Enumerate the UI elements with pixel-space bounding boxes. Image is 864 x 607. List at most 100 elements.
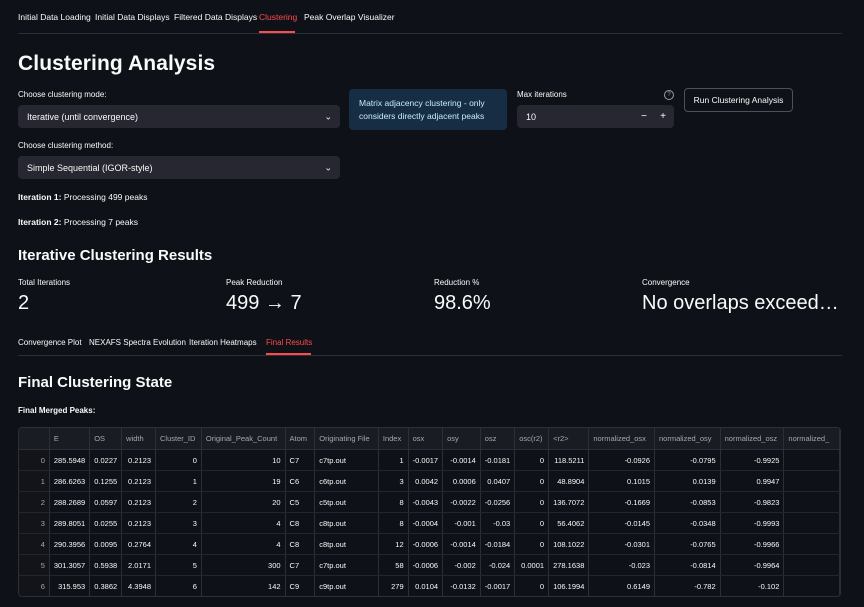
table-cell[interactable]: 0.0139 — [654, 470, 721, 492]
row-index-cell[interactable]: 4 — [19, 533, 50, 555]
table-cell[interactable]: -0.9993 — [720, 512, 785, 534]
table-cell[interactable]: 0.1255 — [89, 470, 123, 492]
column-header[interactable]: Index — [378, 428, 409, 450]
column-header[interactable]: width — [121, 428, 156, 450]
table-cell[interactable]: 0.1015 — [588, 470, 655, 492]
table-cell[interactable]: c8tp.out — [314, 533, 379, 555]
table-cell[interactable]: -0.0256 — [480, 491, 516, 513]
table-cell[interactable]: -0.9966 — [720, 533, 785, 555]
table-cell[interactable]: -0.0014 — [442, 449, 481, 471]
table-cell[interactable]: -0.023 — [588, 554, 655, 576]
table-cell[interactable]: -0.0006 — [408, 554, 444, 576]
table-cell[interactable]: -0.0017 — [408, 449, 444, 471]
table-cell[interactable]: -0.0017 — [480, 575, 516, 596]
help-icon[interactable]: ? — [664, 90, 674, 100]
table-cell[interactable] — [783, 575, 840, 596]
table-cell[interactable]: -0.03 — [480, 512, 516, 534]
final-peaks-table[interactable]: E OS width Cluster_ID Original_Peak_Coun… — [18, 427, 841, 597]
table-cell[interactable]: 0.6149 — [588, 575, 655, 596]
table-cell[interactable]: -0.0765 — [654, 533, 721, 555]
row-index-cell[interactable]: 6 — [19, 575, 50, 596]
table-cell[interactable] — [783, 512, 840, 534]
table-cell[interactable]: 4 — [201, 533, 286, 555]
table-cell[interactable]: 6 — [155, 575, 202, 596]
tab-convergence-plot[interactable]: Convergence Plot — [18, 338, 82, 347]
table-cell[interactable]: -0.0006 — [408, 533, 444, 555]
table-cell[interactable]: 0 — [514, 533, 550, 555]
table-cell[interactable]: -0.002 — [442, 554, 481, 576]
table-cell[interactable]: 0.9947 — [720, 470, 785, 492]
table-cell[interactable]: 288.2689 — [49, 491, 91, 513]
table-cell[interactable]: -0.0184 — [480, 533, 516, 555]
table-cell[interactable]: 0.0104 — [408, 575, 444, 596]
table-cell[interactable]: -0.0145 — [588, 512, 655, 534]
table-cell[interactable]: 0.0255 — [89, 512, 123, 534]
table-cell[interactable]: C9 — [285, 575, 316, 596]
table-cell[interactable]: 0.2764 — [121, 533, 156, 555]
column-header[interactable]: Atom — [285, 428, 316, 450]
column-header[interactable]: Originating File — [314, 428, 379, 450]
table-cell[interactable]: 0 — [514, 491, 550, 513]
table-cell[interactable]: C7 — [285, 554, 316, 576]
tab-filtered-data-displays[interactable]: Filtered Data Displays — [174, 12, 257, 22]
tab-iteration-heatmaps[interactable]: Iteration Heatmaps — [189, 338, 257, 347]
table-cell[interactable]: 315.953 — [49, 575, 91, 596]
table-cell[interactable]: 0.3862 — [89, 575, 123, 596]
table-cell[interactable]: -0.0004 — [408, 512, 444, 534]
table-cell[interactable]: 56.4062 — [548, 512, 590, 534]
column-header[interactable]: normalized_osy — [654, 428, 721, 450]
increment-button[interactable]: + — [654, 105, 672, 128]
column-header[interactable]: <r2> — [548, 428, 590, 450]
table-cell[interactable]: 285.5948 — [49, 449, 91, 471]
table-cell[interactable]: 0 — [514, 470, 550, 492]
table-cell[interactable] — [783, 491, 840, 513]
table-cell[interactable]: 290.3956 — [49, 533, 91, 555]
table-cell[interactable]: 2.0171 — [121, 554, 156, 576]
row-index-cell[interactable]: 3 — [19, 512, 50, 534]
column-header[interactable]: normalized_ — [783, 428, 840, 450]
table-cell[interactable]: 136.7072 — [548, 491, 590, 513]
table-cell[interactable]: -0.0926 — [588, 449, 655, 471]
table-cell[interactable]: -0.0181 — [480, 449, 516, 471]
column-header[interactable]: osx — [408, 428, 444, 450]
table-cell[interactable]: 4 — [155, 533, 202, 555]
table-cell[interactable]: c7tp.out — [314, 449, 379, 471]
table-cell[interactable]: 278.1638 — [548, 554, 590, 576]
table-cell[interactable]: 4.3948 — [121, 575, 156, 596]
table-cell[interactable]: -0.782 — [654, 575, 721, 596]
table-cell[interactable]: c8tp.out — [314, 512, 379, 534]
table-cell[interactable]: 106.1994 — [548, 575, 590, 596]
table-cell[interactable]: 289.8051 — [49, 512, 91, 534]
table-cell[interactable]: 4 — [201, 512, 286, 534]
table-cell[interactable]: -0.0301 — [588, 533, 655, 555]
table-cell[interactable]: 58 — [378, 554, 409, 576]
clustering-mode-select[interactable]: Iterative (until convergence) ⌄ — [18, 105, 340, 128]
column-header[interactable]: Cluster_ID — [155, 428, 202, 450]
column-header[interactable]: E — [49, 428, 91, 450]
table-cell[interactable] — [783, 470, 840, 492]
max-iterations-input[interactable]: 10 − + — [517, 105, 674, 128]
tab-initial-data-displays[interactable]: Initial Data Displays — [95, 12, 170, 22]
table-cell[interactable]: c6tp.out — [314, 470, 379, 492]
table-cell[interactable]: 8 — [378, 512, 409, 534]
table-cell[interactable]: 1 — [155, 470, 202, 492]
table-cell[interactable]: 0.0407 — [480, 470, 516, 492]
table-cell[interactable]: -0.0132 — [442, 575, 481, 596]
table-cell[interactable]: 0.2123 — [121, 470, 156, 492]
table-cell[interactable]: -0.001 — [442, 512, 481, 534]
table-cell[interactable]: c5tp.out — [314, 491, 379, 513]
table-cell[interactable]: 0 — [155, 449, 202, 471]
row-index-cell[interactable]: 2 — [19, 491, 50, 513]
table-cell[interactable]: 142 — [201, 575, 286, 596]
table-cell[interactable]: 0.0597 — [89, 491, 123, 513]
table-cell[interactable]: 0.0042 — [408, 470, 444, 492]
table-cell[interactable]: c9tp.out — [314, 575, 379, 596]
table-cell[interactable]: 0.0006 — [442, 470, 481, 492]
table-cell[interactable]: -0.0814 — [654, 554, 721, 576]
row-index-cell[interactable]: 0 — [19, 449, 50, 471]
table-cell[interactable]: 0 — [514, 575, 550, 596]
table-cell[interactable]: 12 — [378, 533, 409, 555]
table-cell[interactable]: 286.6263 — [49, 470, 91, 492]
table-cell[interactable]: 279 — [378, 575, 409, 596]
table-cell[interactable]: -0.102 — [720, 575, 785, 596]
